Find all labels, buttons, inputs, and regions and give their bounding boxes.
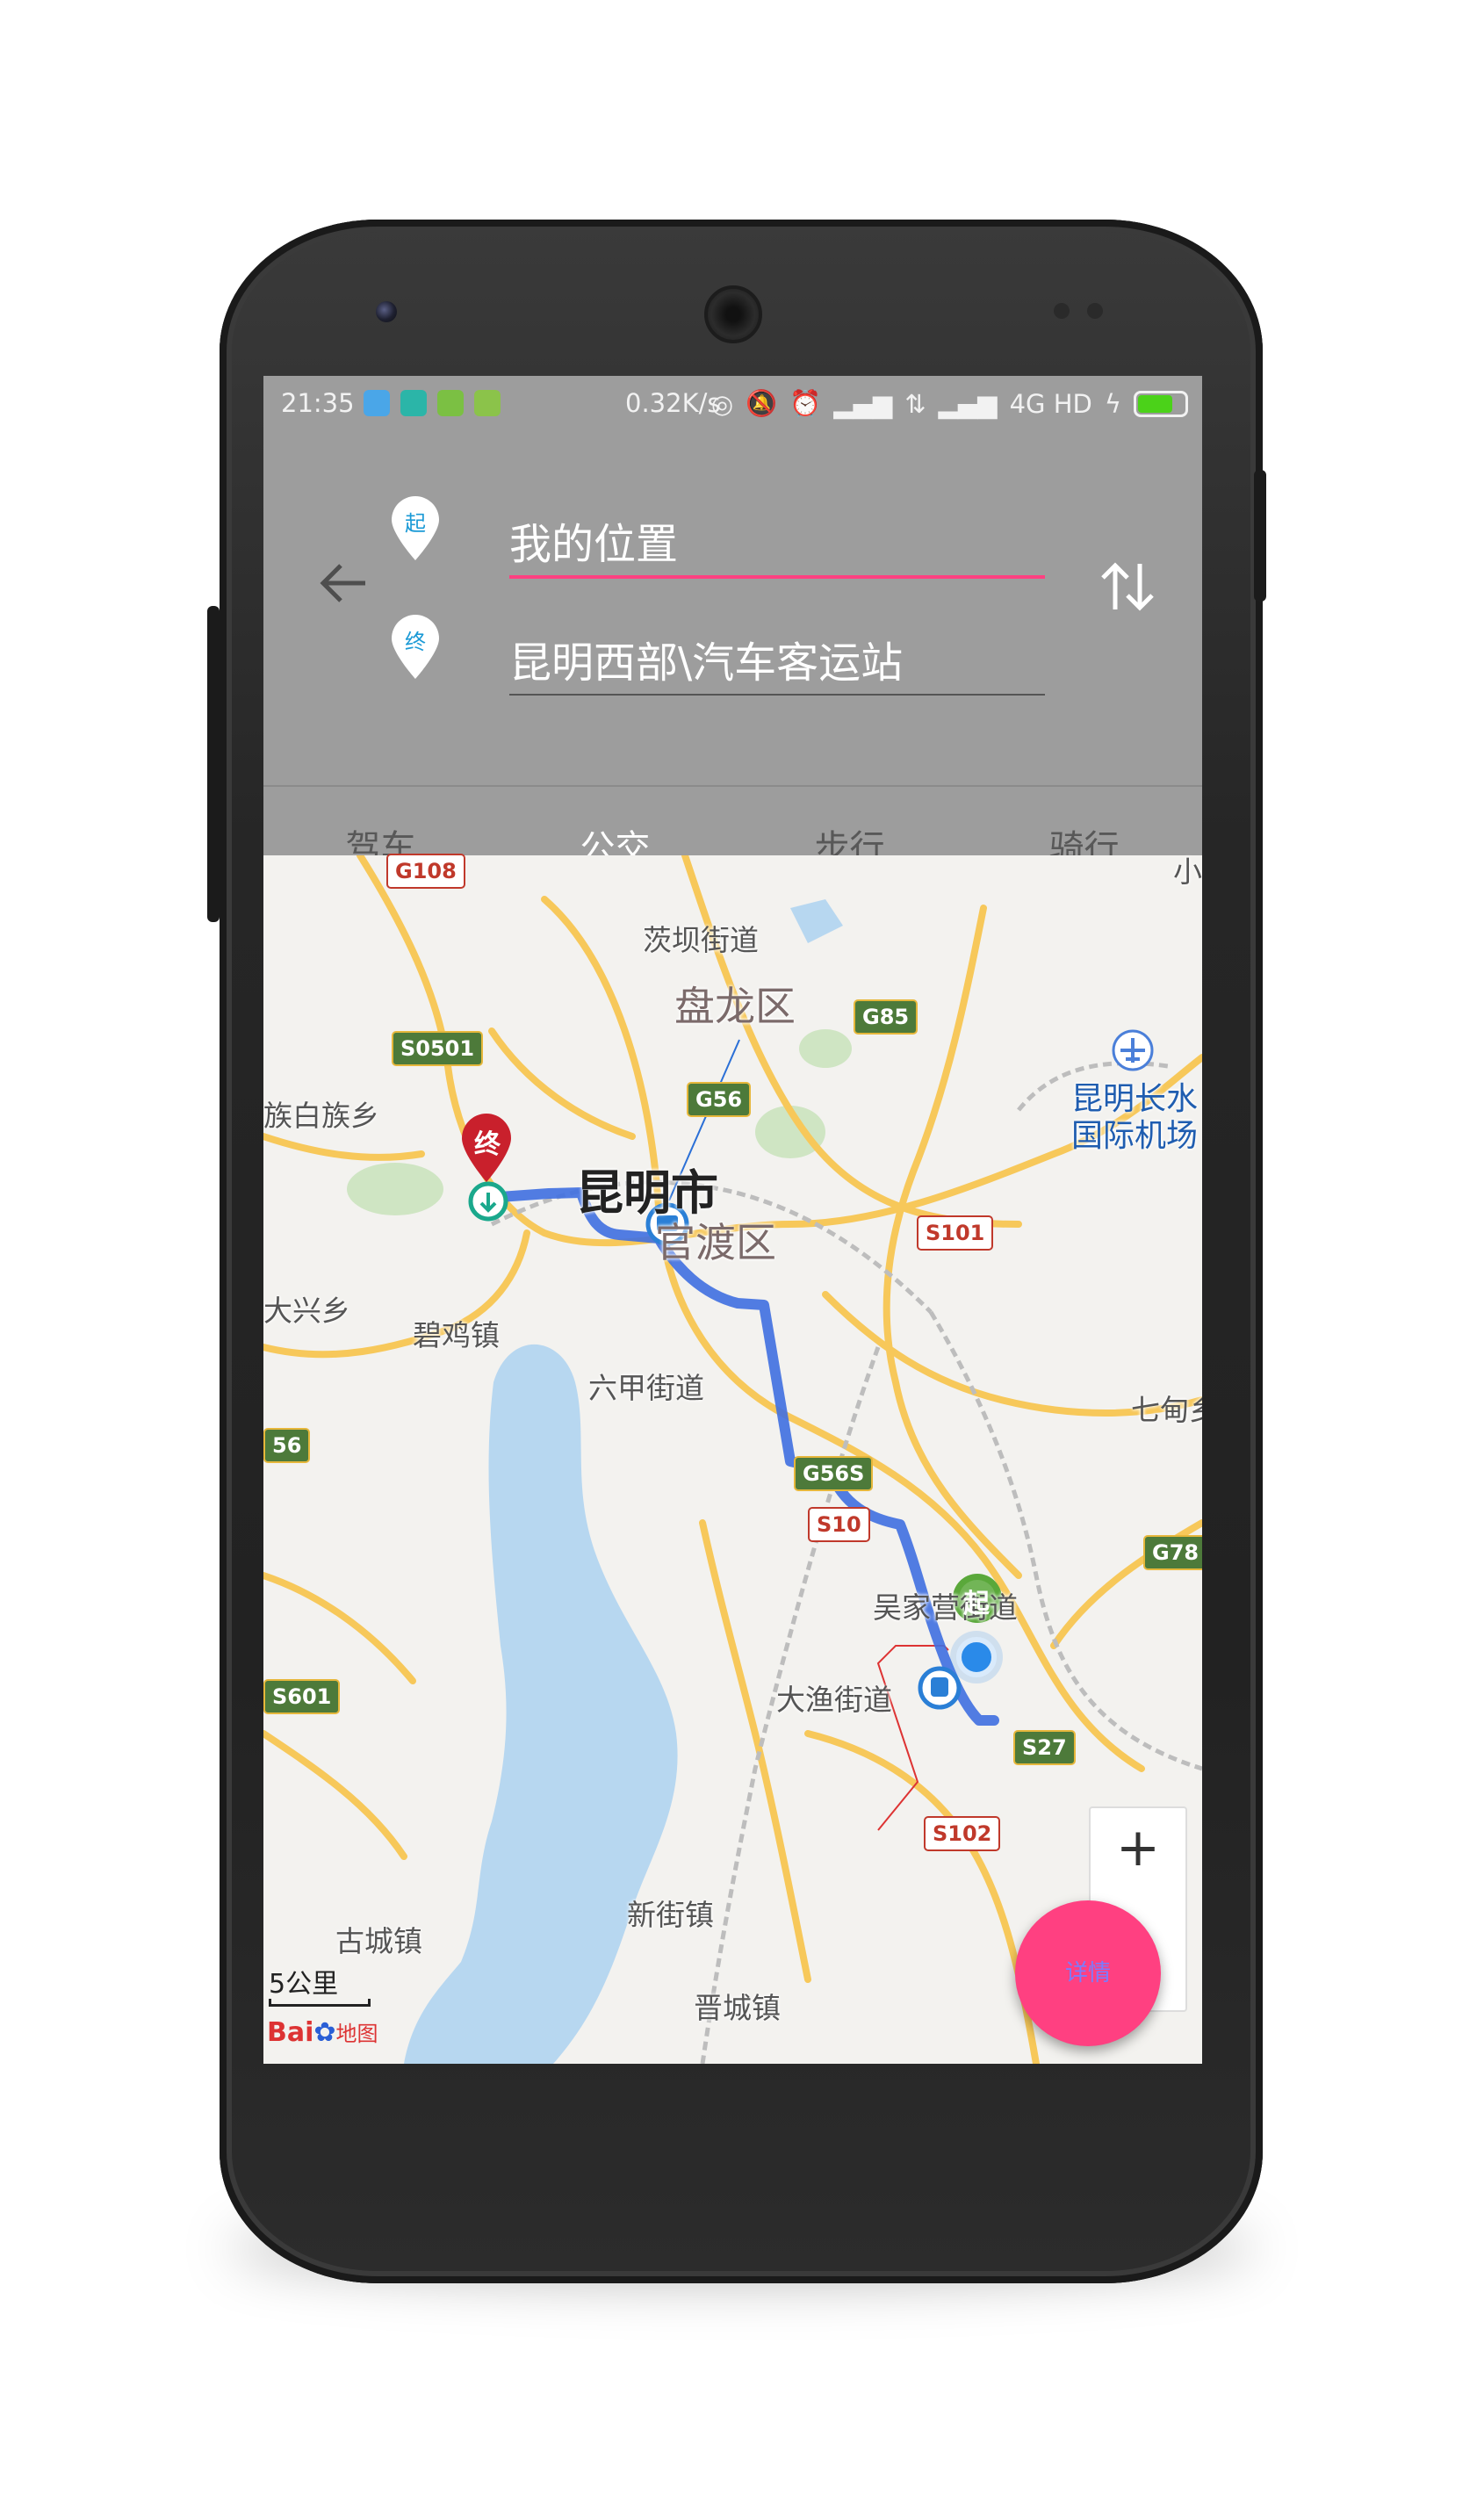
- map-view[interactable]: 茨坝街道 盘龙区 昆明市 官渡区 碧鸡镇 六甲街道 族白族乡 大兴乡 昆明长水 …: [263, 854, 1202, 2064]
- baidu-logo: Bai✿地图: [267, 2016, 378, 2048]
- end-pin-label: 终: [405, 630, 426, 654]
- swap-icon[interactable]: [1096, 555, 1159, 618]
- map-label-airport-2: 国际机场: [1071, 1118, 1199, 1154]
- android-icon: [474, 390, 501, 416]
- mute-icon: 🔕: [746, 388, 778, 418]
- route-header: 起 我的位置 终 昆明西部\汽车客运站 驾车 公交 步行 骑行: [263, 432, 1202, 913]
- map-start-marker: 起: [963, 1589, 990, 1619]
- road-shield-g108: G108: [386, 854, 465, 889]
- details-fab[interactable]: 详情: [1015, 1900, 1161, 2046]
- baidu-logo-suffix: 地图: [335, 2022, 378, 2046]
- hotspot-icon: ◎: [710, 388, 734, 419]
- notification-icon: [400, 390, 427, 416]
- map-scale-label: 5公里: [269, 1969, 339, 2000]
- map-scale-bar: [269, 1999, 371, 2007]
- battery-icon: [1134, 390, 1188, 417]
- map-label-wujiaying: 吴家营街道: [873, 1590, 1018, 1625]
- charging-icon: ϟ: [1104, 388, 1121, 419]
- road-shield-s56: 56: [263, 1428, 311, 1463]
- map-label-jincheng: 晋城镇: [694, 1991, 781, 2025]
- map-label-dayu: 大渔街道: [776, 1683, 892, 1717]
- map-label-qidian: 七甸乡: [1131, 1393, 1202, 1427]
- status-time: 21:35: [281, 388, 355, 418]
- road-shield-g85: G85: [854, 999, 918, 1035]
- signal-icon: ▂▄▆: [833, 388, 893, 419]
- net-speed: 0.32K/s: [625, 388, 721, 418]
- map-label-liujia: 六甲街道: [588, 1371, 704, 1405]
- usb-icon: [364, 390, 390, 416]
- map-label-xinjie: 新街镇: [627, 1898, 714, 1932]
- map-label-bijizhen: 碧鸡镇: [413, 1318, 500, 1352]
- battery-fill: [1138, 394, 1173, 413]
- road-shield-g78: G78: [1143, 1535, 1202, 1570]
- road-shield-s0501: S0501: [392, 1031, 484, 1066]
- status-bar: 21:35 0.32K/s ◎ 🔕 ⏰ ▂▄▆ ⇅ ▂▄▆ 4G HD ϟ: [263, 376, 1202, 432]
- start-pin-label: 起: [405, 511, 426, 536]
- signal-icon-2: ▂▄▆: [938, 388, 998, 419]
- baidu-paw-icon: ✿: [313, 2017, 336, 2048]
- road-shield-s102: S102: [924, 1816, 1001, 1851]
- sensor-icon: [1054, 303, 1070, 319]
- map-label-panlong: 盘龙区: [674, 983, 796, 1030]
- data-icon: ⇅: [904, 388, 926, 419]
- road-shield-s27: S27: [1013, 1730, 1076, 1765]
- road-shield-g56: G56: [687, 1082, 752, 1117]
- zoom-in-button[interactable]: +: [1091, 1817, 1185, 1878]
- map-end-marker: 终: [474, 1129, 501, 1160]
- end-pin-icon: 终: [388, 612, 443, 681]
- earpiece-speaker-icon: [704, 285, 762, 343]
- alarm-icon: ⏰: [789, 388, 822, 418]
- map-label-gucheng: 古城镇: [335, 1924, 422, 1958]
- front-camera-icon: [376, 301, 397, 322]
- road-shield-g56s: G56S: [794, 1456, 874, 1491]
- sensor-icon: [1087, 303, 1103, 319]
- start-pin-icon: 起: [388, 494, 443, 562]
- road-shield-s101: S101: [917, 1215, 994, 1251]
- map-label-chaba: 茨坝街道: [643, 923, 759, 957]
- map-label-xiao: 小: [1173, 854, 1202, 889]
- network-type: 4G HD: [1009, 388, 1092, 419]
- back-arrow-icon[interactable]: [314, 555, 371, 611]
- map-label-baizu: 族白族乡: [263, 1099, 379, 1133]
- power-button: [1254, 470, 1266, 602]
- map-label-guandu: 官渡区: [655, 1219, 776, 1266]
- baidu-brand: Bai: [267, 2017, 314, 2048]
- road-shield-s601: S601: [263, 1679, 341, 1714]
- status-right-group: ◎ 🔕 ⏰ ▂▄▆ ⇅ ▂▄▆ 4G HD ϟ: [711, 388, 1188, 419]
- volume-button: [207, 606, 220, 922]
- end-input[interactable]: 昆明西部\汽车客运站: [509, 632, 1045, 696]
- map-label-daxing: 大兴乡: [263, 1294, 350, 1328]
- road-shield-s10x: S10: [808, 1507, 870, 1542]
- app-screen: 21:35 0.32K/s ◎ 🔕 ⏰ ▂▄▆ ⇅ ▂▄▆ 4G HD ϟ 起 …: [263, 376, 1202, 2064]
- start-input[interactable]: 我的位置: [509, 514, 1045, 579]
- battery-app-icon: [437, 390, 464, 416]
